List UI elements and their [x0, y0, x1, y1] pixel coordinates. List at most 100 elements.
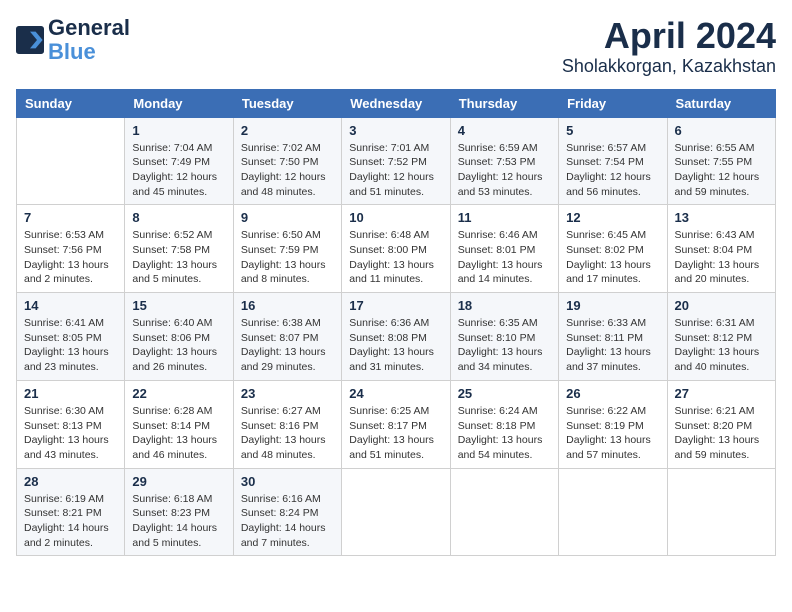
calendar-cell: 1 Sunrise: 7:04 AMSunset: 7:49 PMDaylight…: [125, 117, 233, 205]
day-number: 11: [458, 210, 551, 225]
calendar-cell: 21Sunrise: 6:30 AMSunset: 8:13 PMDayligh…: [17, 380, 125, 468]
day-number: 21: [24, 386, 117, 401]
day-info: Sunrise: 6:55 AMSunset: 7:55 PMDaylight:…: [675, 141, 768, 200]
day-info: Sunrise: 6:52 AMSunset: 7:58 PMDaylight:…: [132, 228, 225, 287]
day-number: 10: [349, 210, 442, 225]
calendar-cell: 11 Sunrise: 6:46 AMSunset: 8:01 PMDayligh…: [450, 205, 558, 293]
calendar-cell: [342, 468, 450, 556]
day-number: 12: [566, 210, 659, 225]
calendar-cell: 26 Sunrise: 6:22 AMSunset: 8:19 PMDayligh…: [559, 380, 667, 468]
calendar-cell: 5 Sunrise: 6:57 AMSunset: 7:54 PMDaylight…: [559, 117, 667, 205]
weekday-header-cell: Friday: [559, 89, 667, 117]
day-number: 15: [132, 298, 225, 313]
day-number: 5: [566, 123, 659, 138]
calendar-cell: [559, 468, 667, 556]
calendar-row: 14 Sunrise: 6:41 AMSunset: 8:05 PMDayligh…: [17, 293, 776, 381]
calendar-row: 7 Sunrise: 6:53 AMSunset: 7:56 PMDaylight…: [17, 205, 776, 293]
calendar-row: 1 Sunrise: 7:04 AMSunset: 7:49 PMDaylight…: [17, 117, 776, 205]
day-number: 24: [349, 386, 442, 401]
day-info: Sunrise: 6:21 AMSunset: 8:20 PMDaylight:…: [675, 404, 768, 463]
day-number: 1: [132, 123, 225, 138]
calendar-cell: 17Sunrise: 6:36 AMSunset: 8:08 PMDayligh…: [342, 293, 450, 381]
day-info: Sunrise: 6:31 AMSunset: 8:12 PMDaylight:…: [675, 316, 768, 375]
calendar-table: SundayMondayTuesdayWednesdayThursdayFrid…: [16, 89, 776, 557]
calendar-cell: [17, 117, 125, 205]
logo-icon: [16, 26, 44, 54]
day-number: 27: [675, 386, 768, 401]
calendar-cell: [450, 468, 558, 556]
calendar-cell: 28 Sunrise: 6:19 AMSunset: 8:21 PMDayligh…: [17, 468, 125, 556]
calendar-cell: 16Sunrise: 6:38 AMSunset: 8:07 PMDayligh…: [233, 293, 341, 381]
calendar-cell: 6Sunrise: 6:55 AMSunset: 7:55 PMDaylight…: [667, 117, 775, 205]
day-info: Sunrise: 6:40 AMSunset: 8:06 PMDaylight:…: [132, 316, 225, 375]
day-info: Sunrise: 6:16 AMSunset: 8:24 PMDaylight:…: [241, 492, 334, 551]
calendar-cell: 29Sunrise: 6:18 AMSunset: 8:23 PMDayligh…: [125, 468, 233, 556]
day-info: Sunrise: 6:43 AMSunset: 8:04 PMDaylight:…: [675, 228, 768, 287]
calendar-row: 21Sunrise: 6:30 AMSunset: 8:13 PMDayligh…: [17, 380, 776, 468]
day-number: 23: [241, 386, 334, 401]
calendar-row: 28 Sunrise: 6:19 AMSunset: 8:21 PMDayligh…: [17, 468, 776, 556]
calendar-cell: 2 Sunrise: 7:02 AMSunset: 7:50 PMDaylight…: [233, 117, 341, 205]
weekday-header-cell: Tuesday: [233, 89, 341, 117]
day-info: Sunrise: 6:25 AMSunset: 8:17 PMDaylight:…: [349, 404, 442, 463]
calendar-cell: 15 Sunrise: 6:40 AMSunset: 8:06 PMDayligh…: [125, 293, 233, 381]
day-number: 3: [349, 123, 442, 138]
calendar-body: 1 Sunrise: 7:04 AMSunset: 7:49 PMDaylight…: [17, 117, 776, 556]
calendar-cell: [667, 468, 775, 556]
day-info: Sunrise: 6:24 AMSunset: 8:18 PMDaylight:…: [458, 404, 551, 463]
day-info: Sunrise: 6:18 AMSunset: 8:23 PMDaylight:…: [132, 492, 225, 551]
day-info: Sunrise: 6:45 AMSunset: 8:02 PMDaylight:…: [566, 228, 659, 287]
day-info: Sunrise: 6:59 AMSunset: 7:53 PMDaylight:…: [458, 141, 551, 200]
day-number: 9: [241, 210, 334, 225]
calendar-cell: 4 Sunrise: 6:59 AMSunset: 7:53 PMDaylight…: [450, 117, 558, 205]
calendar-cell: 12 Sunrise: 6:45 AMSunset: 8:02 PMDayligh…: [559, 205, 667, 293]
calendar-cell: 8 Sunrise: 6:52 AMSunset: 7:58 PMDaylight…: [125, 205, 233, 293]
day-info: Sunrise: 6:22 AMSunset: 8:19 PMDaylight:…: [566, 404, 659, 463]
calendar-cell: 13Sunrise: 6:43 AMSunset: 8:04 PMDayligh…: [667, 205, 775, 293]
day-number: 22: [132, 386, 225, 401]
calendar-cell: 3 Sunrise: 7:01 AMSunset: 7:52 PMDaylight…: [342, 117, 450, 205]
calendar-cell: 18Sunrise: 6:35 AMSunset: 8:10 PMDayligh…: [450, 293, 558, 381]
day-info: Sunrise: 6:46 AMSunset: 8:01 PMDaylight:…: [458, 228, 551, 287]
weekday-header-cell: Wednesday: [342, 89, 450, 117]
day-info: Sunrise: 6:41 AMSunset: 8:05 PMDaylight:…: [24, 316, 117, 375]
calendar-cell: 23Sunrise: 6:27 AMSunset: 8:16 PMDayligh…: [233, 380, 341, 468]
day-number: 2: [241, 123, 334, 138]
day-number: 7: [24, 210, 117, 225]
logo: General Blue: [16, 16, 130, 64]
day-number: 20: [675, 298, 768, 313]
day-number: 30: [241, 474, 334, 489]
day-number: 8: [132, 210, 225, 225]
day-number: 26: [566, 386, 659, 401]
day-info: Sunrise: 7:02 AMSunset: 7:50 PMDaylight:…: [241, 141, 334, 200]
calendar-cell: 7 Sunrise: 6:53 AMSunset: 7:56 PMDaylight…: [17, 205, 125, 293]
day-number: 14: [24, 298, 117, 313]
day-info: Sunrise: 6:50 AMSunset: 7:59 PMDaylight:…: [241, 228, 334, 287]
page-header: General Blue April 2024 Sholakkorgan, Ka…: [16, 16, 776, 77]
title-area: April 2024 Sholakkorgan, Kazakhstan: [562, 16, 776, 77]
day-number: 18: [458, 298, 551, 313]
day-info: Sunrise: 6:57 AMSunset: 7:54 PMDaylight:…: [566, 141, 659, 200]
day-number: 4: [458, 123, 551, 138]
weekday-header-cell: Saturday: [667, 89, 775, 117]
calendar-cell: 22 Sunrise: 6:28 AMSunset: 8:14 PMDayligh…: [125, 380, 233, 468]
day-info: Sunrise: 7:01 AMSunset: 7:52 PMDaylight:…: [349, 141, 442, 200]
day-info: Sunrise: 6:28 AMSunset: 8:14 PMDaylight:…: [132, 404, 225, 463]
day-info: Sunrise: 7:04 AMSunset: 7:49 PMDaylight:…: [132, 141, 225, 200]
day-number: 19: [566, 298, 659, 313]
logo-line1: General: [48, 16, 130, 40]
calendar-cell: 14 Sunrise: 6:41 AMSunset: 8:05 PMDayligh…: [17, 293, 125, 381]
weekday-header-cell: Thursday: [450, 89, 558, 117]
day-info: Sunrise: 6:33 AMSunset: 8:11 PMDaylight:…: [566, 316, 659, 375]
calendar-cell: 19 Sunrise: 6:33 AMSunset: 8:11 PMDayligh…: [559, 293, 667, 381]
day-info: Sunrise: 6:38 AMSunset: 8:07 PMDaylight:…: [241, 316, 334, 375]
day-info: Sunrise: 6:19 AMSunset: 8:21 PMDaylight:…: [24, 492, 117, 551]
day-info: Sunrise: 6:53 AMSunset: 7:56 PMDaylight:…: [24, 228, 117, 287]
weekday-header-cell: Sunday: [17, 89, 125, 117]
calendar-cell: 25Sunrise: 6:24 AMSunset: 8:18 PMDayligh…: [450, 380, 558, 468]
day-info: Sunrise: 6:36 AMSunset: 8:08 PMDaylight:…: [349, 316, 442, 375]
day-number: 28: [24, 474, 117, 489]
calendar-cell: 10Sunrise: 6:48 AMSunset: 8:00 PMDayligh…: [342, 205, 450, 293]
calendar-cell: 24 Sunrise: 6:25 AMSunset: 8:17 PMDayligh…: [342, 380, 450, 468]
month-title: April 2024: [562, 16, 776, 56]
